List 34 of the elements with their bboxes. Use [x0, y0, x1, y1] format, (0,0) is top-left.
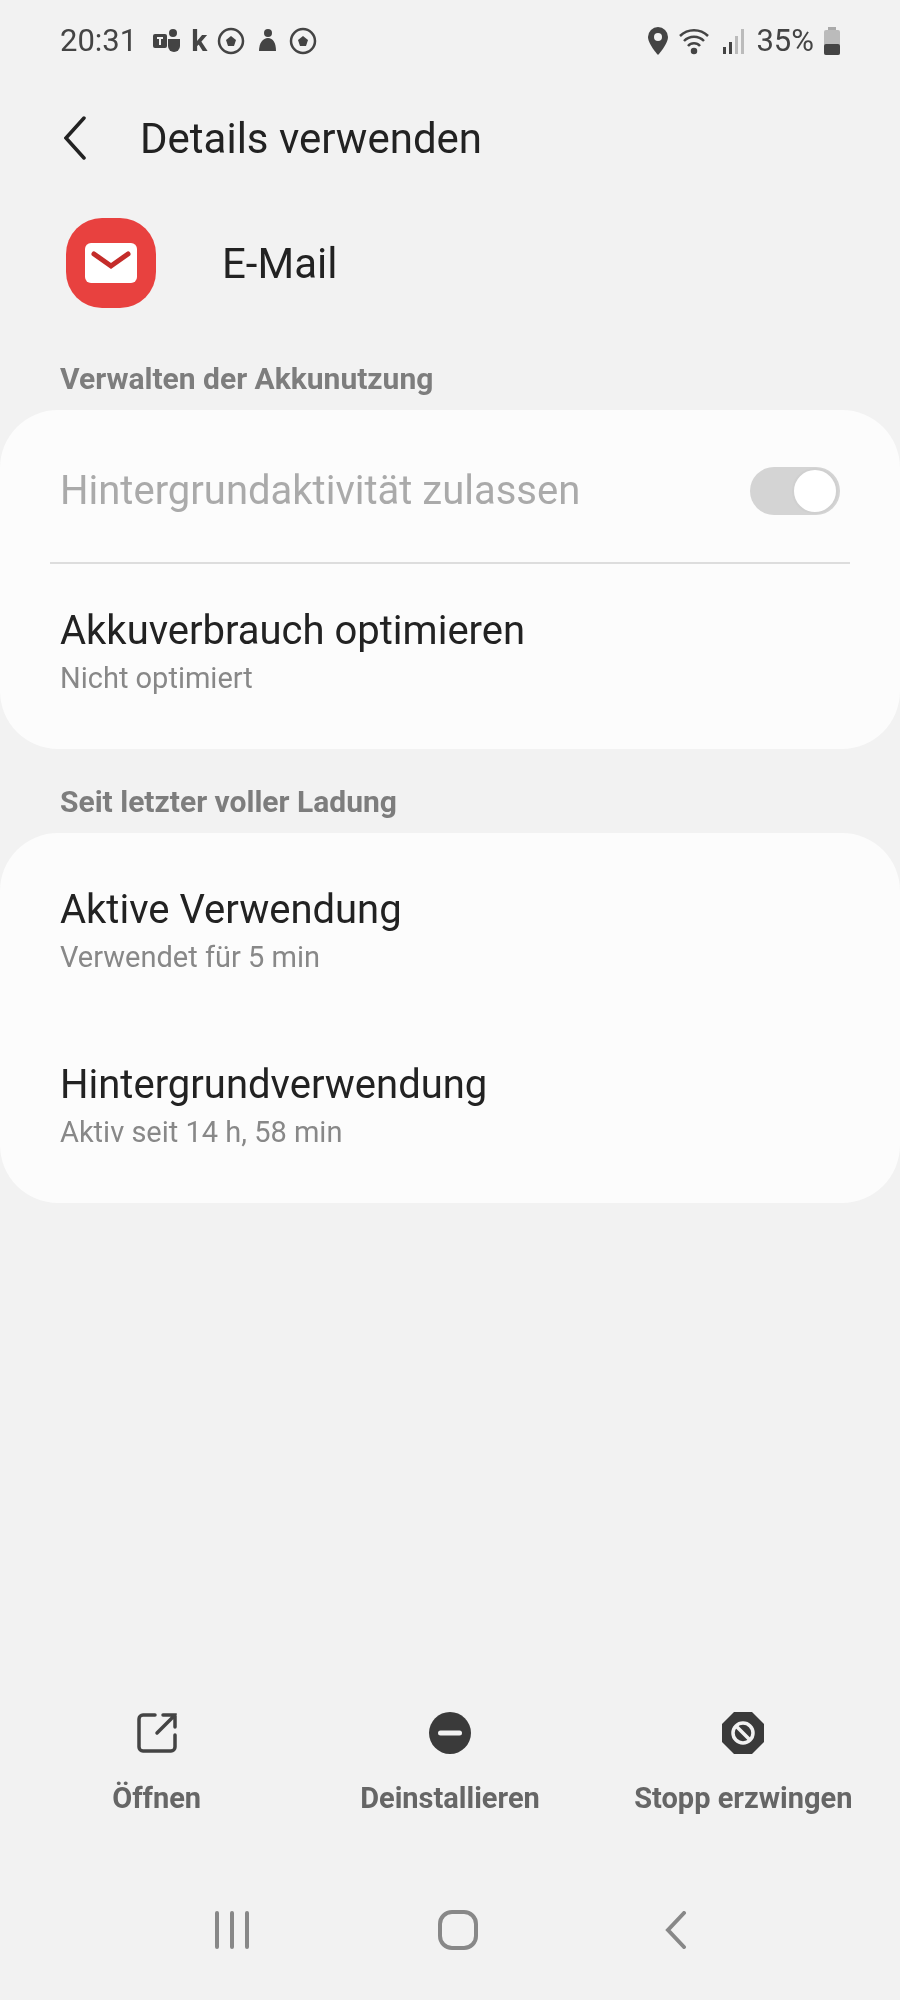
section-label: Seit letzter voller Ladung	[59, 783, 398, 821]
list-item[interactable]: Aktive Verwendung Verwendet für 5 min	[0, 843, 900, 1018]
page-title: Details verwenden	[140, 112, 483, 165]
row-title: Hintergrundaktivität zulassen	[60, 466, 581, 516]
row-title: Hintergrundverwendung	[60, 1060, 489, 1111]
ball-icon	[217, 27, 246, 55]
battery-icon	[824, 27, 840, 55]
battery-percent: 35%	[756, 20, 814, 61]
row-subtitle: Nicht optimiert	[60, 660, 254, 697]
list-item[interactable]: Hintergrundverwendung Aktiv seit 14 h, 58 min	[0, 1018, 900, 1193]
location-icon	[648, 27, 669, 55]
status-time: 20:31	[60, 20, 138, 61]
recent-apps-icon[interactable]	[213, 1911, 252, 1949]
open-external-icon	[134, 1710, 179, 1755]
ball-icon	[289, 27, 318, 55]
signal-icon	[722, 27, 747, 55]
action-button[interactable]: Deinstallieren	[303, 1710, 597, 1820]
back-icon	[64, 116, 86, 160]
row-subtitle: Aktiv seit 14 h, 58 min	[60, 1114, 344, 1151]
list-item[interactable]: Akkuverbrauch optimieren Nicht optimiert	[0, 564, 900, 739]
minus-circle-icon	[428, 1710, 472, 1755]
stop-sign-icon	[721, 1710, 766, 1755]
app-name: E-Mail	[222, 237, 338, 290]
action-button[interactable]: Stopp erzwingen	[596, 1710, 890, 1820]
row-title: Akkuverbrauch optimieren	[60, 606, 527, 657]
back-nav-icon[interactable]	[664, 1911, 687, 1949]
home-icon[interactable]	[438, 1910, 478, 1950]
action-button[interactable]: Öffnen	[10, 1710, 304, 1820]
section-label: Verwalten der Akkunutzung	[59, 360, 435, 398]
teams-icon	[153, 28, 182, 54]
row-subtitle: Verwendet für 5 min	[60, 939, 321, 976]
row-title: Aktive Verwendung	[60, 885, 403, 936]
notification-letter-icon: k	[191, 26, 208, 56]
mail-app-icon	[66, 218, 156, 308]
